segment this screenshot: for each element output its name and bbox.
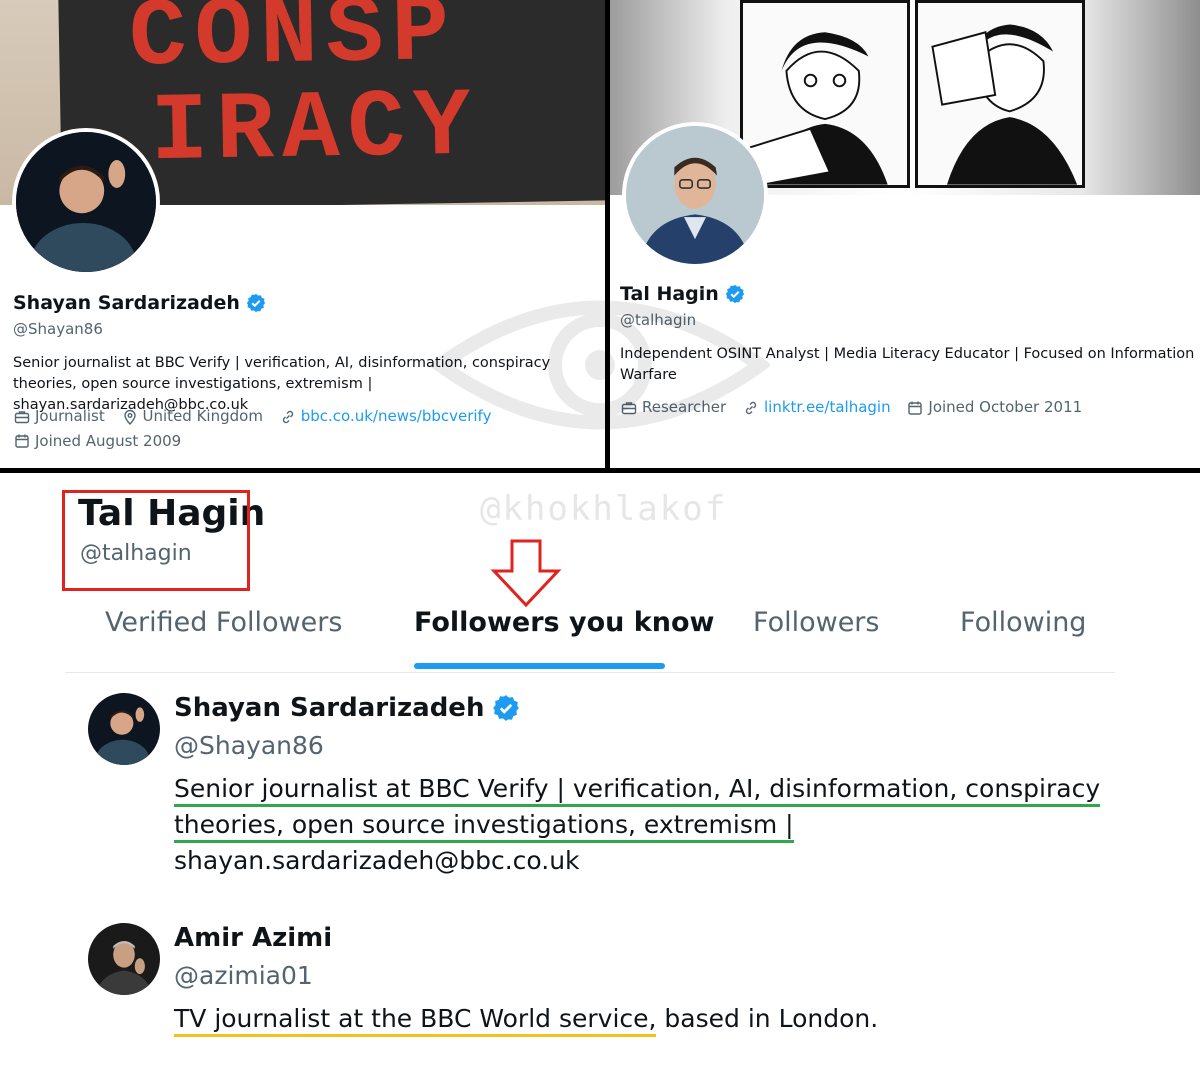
panel-divider xyxy=(605,0,610,473)
meta-joined: Joined October 2011 xyxy=(907,397,1082,418)
bio-highlight: Senior journalist at BBC Verify | verifi… xyxy=(174,774,1101,807)
list-item[interactable]: Amir Azimi @azimia01 TV journalist at th… xyxy=(88,923,1118,1053)
location-pin-icon xyxy=(123,409,136,425)
user-handle: @azimia01 xyxy=(174,961,313,990)
user-bio: TV journalist at the BBC World service, … xyxy=(174,1001,1114,1037)
link-icon xyxy=(282,410,293,423)
tab-verified-followers[interactable]: Verified Followers xyxy=(105,607,342,638)
meta-profession: Journalist xyxy=(14,406,105,427)
joined-text: Joined October 2011 xyxy=(928,398,1083,416)
bio-highlight: TV journalist at the BBC World service, xyxy=(174,1004,657,1037)
profile-name-text: Shayan Sardarizadeh xyxy=(13,292,240,314)
briefcase-icon xyxy=(14,410,30,423)
active-tab-indicator xyxy=(414,663,665,669)
avatar[interactable] xyxy=(12,128,160,276)
profession-text: Journalist xyxy=(35,407,105,425)
avatar[interactable] xyxy=(88,693,160,765)
bio-highlight: theories, open source investigations, ex… xyxy=(174,810,794,843)
watermark: @khokhlakof xyxy=(480,489,728,529)
tab-bar: Verified Followers Followers you know Fo… xyxy=(65,603,1115,673)
user-name[interactable]: Amir Azimi xyxy=(174,923,332,953)
bio-rest: based in London. xyxy=(656,1004,879,1033)
location-text: United Kingdom xyxy=(142,407,263,425)
bio-email: shayan.sardarizadeh@bbc.co.uk xyxy=(174,846,580,875)
user-bio: Senior journalist at BBC Verify | verifi… xyxy=(174,771,1114,879)
down-arrow-icon xyxy=(490,539,562,608)
profile-handle: @Shayan86 xyxy=(13,320,103,338)
verified-badge-icon xyxy=(246,293,266,313)
calendar-icon xyxy=(908,401,923,415)
avatar[interactable] xyxy=(88,923,160,995)
highlight-box xyxy=(62,490,250,591)
tab-following[interactable]: Following xyxy=(960,607,1086,638)
user-handle: @Shayan86 xyxy=(174,731,324,760)
user-name[interactable]: Shayan Sardarizadeh xyxy=(174,693,520,723)
user-name-text[interactable]: Shayan Sardarizadeh xyxy=(174,693,484,723)
user-name-text[interactable]: Amir Azimi xyxy=(174,923,332,953)
calendar-icon xyxy=(15,434,29,448)
banner-text-line2: IRACY xyxy=(149,72,480,188)
tab-followers-you-know[interactable]: Followers you know xyxy=(414,607,714,638)
joined-text: Joined August 2009 xyxy=(35,431,182,450)
verified-badge-icon xyxy=(493,695,520,721)
tab-followers[interactable]: Followers xyxy=(753,607,879,638)
list-item[interactable]: Shayan Sardarizadeh @Shayan86 Senior jou… xyxy=(88,693,1118,883)
eye-watermark-icon xyxy=(430,300,770,430)
followers-you-know-view: @khokhlakof Tal Hagin @talhagin Verified… xyxy=(0,473,1200,1075)
comic-panel-image xyxy=(915,0,1085,188)
website-link[interactable]: linktr.ee/talhagin xyxy=(764,397,891,418)
meta-location: United Kingdom xyxy=(122,406,263,427)
comic-panel-image xyxy=(740,0,910,188)
profile-name: Shayan Sardarizadeh xyxy=(13,292,266,314)
meta-joined: Joined August 2009 xyxy=(14,431,181,452)
avatar[interactable] xyxy=(622,122,768,268)
